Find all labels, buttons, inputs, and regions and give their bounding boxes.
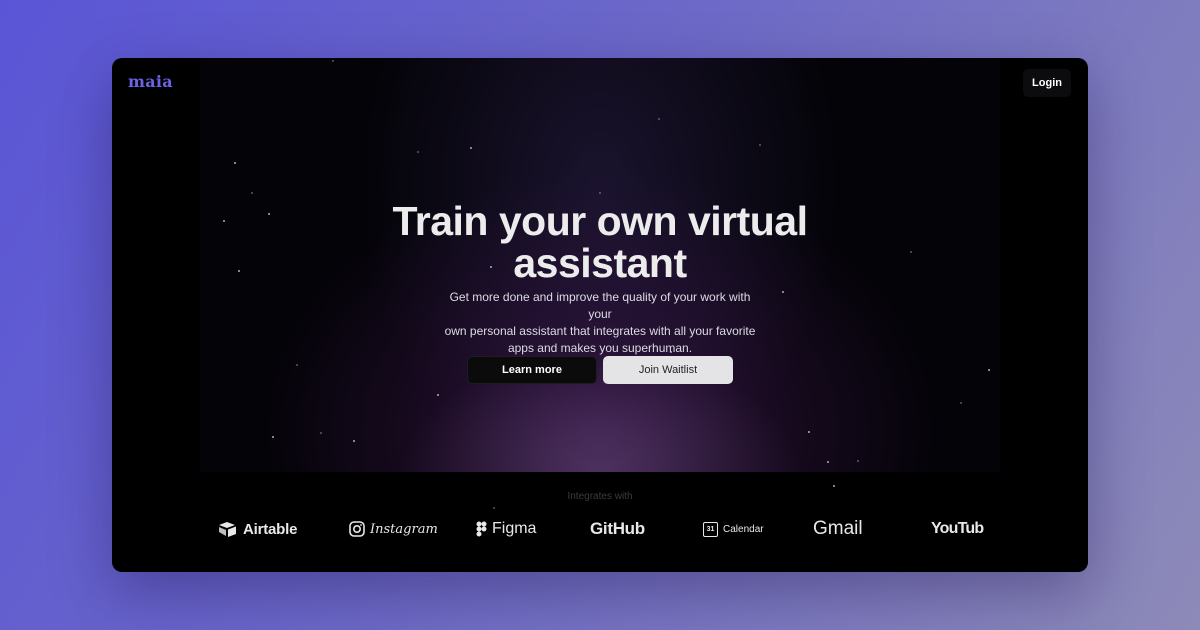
star: [857, 460, 859, 462]
star: [437, 394, 439, 396]
star: [658, 118, 660, 120]
star: [493, 507, 495, 509]
youtube-logo: YouTube: [926, 514, 984, 544]
star: [417, 151, 419, 153]
star: [988, 369, 990, 371]
maia-logo[interactable]: maia: [128, 72, 173, 91]
calendar-day-number: 31: [706, 525, 715, 533]
calendar-icon: 31: [703, 521, 718, 537]
star: [599, 192, 601, 194]
star: [296, 364, 298, 366]
hero-subtitle: Get more done and improve the quality of…: [438, 289, 762, 357]
github-wordmark: GitHub: [590, 519, 645, 538]
integrates-with-label: Integrates with: [567, 491, 633, 502]
instagram-icon: [349, 521, 365, 537]
hero-title: Train your own virtual assistant: [112, 200, 1088, 284]
star: [782, 291, 784, 293]
figma-logo: Figma: [476, 514, 536, 544]
github-logo: GitHub: [590, 514, 645, 544]
gmail-wordmark: Gmail: [813, 518, 863, 539]
airtable-logo: Airtable: [218, 514, 297, 544]
hero-subtitle-line-3: apps and makes you superhuman.: [507, 341, 693, 355]
browser-frame: maia Login Train your own virtual assist…: [112, 58, 1088, 572]
star: [234, 162, 236, 164]
airtable-icon: [219, 522, 236, 537]
star: [353, 440, 355, 442]
star: [833, 485, 835, 487]
integration-logos: Airtable Instagram Figma GitHub 31 Calen…: [112, 514, 1088, 544]
join-waitlist-button[interactable]: Join Waitlist: [603, 356, 733, 384]
calendar-wordmark: Calendar: [723, 523, 764, 535]
hero-title-line-1: Train your own virtual: [392, 198, 808, 244]
hero-title-line-2: assistant: [513, 240, 687, 286]
star: [332, 60, 334, 62]
star: [251, 192, 253, 194]
star: [960, 402, 962, 404]
instagram-logo: Instagram: [349, 514, 438, 544]
star: [808, 431, 810, 433]
hero-subtitle-line-2: own personal assistant that integrates w…: [444, 324, 756, 338]
star: [470, 147, 472, 149]
learn-more-button[interactable]: Learn more: [467, 356, 597, 384]
star: [272, 436, 274, 438]
instagram-wordmark: Instagram: [370, 521, 438, 537]
figma-icon: [476, 521, 487, 537]
google-calendar-logo: 31 Calendar: [703, 514, 764, 544]
airtable-wordmark: Airtable: [243, 520, 298, 538]
figma-wordmark: Figma: [492, 520, 537, 537]
star: [320, 432, 322, 434]
gmail-logo: Gmail: [813, 514, 863, 544]
hero-subtitle-line-1: Get more done and improve the quality of…: [449, 290, 751, 321]
youtube-wordmark: YouTube: [931, 520, 984, 537]
star: [827, 461, 829, 463]
login-button[interactable]: Login: [1023, 69, 1071, 97]
star: [759, 144, 761, 146]
